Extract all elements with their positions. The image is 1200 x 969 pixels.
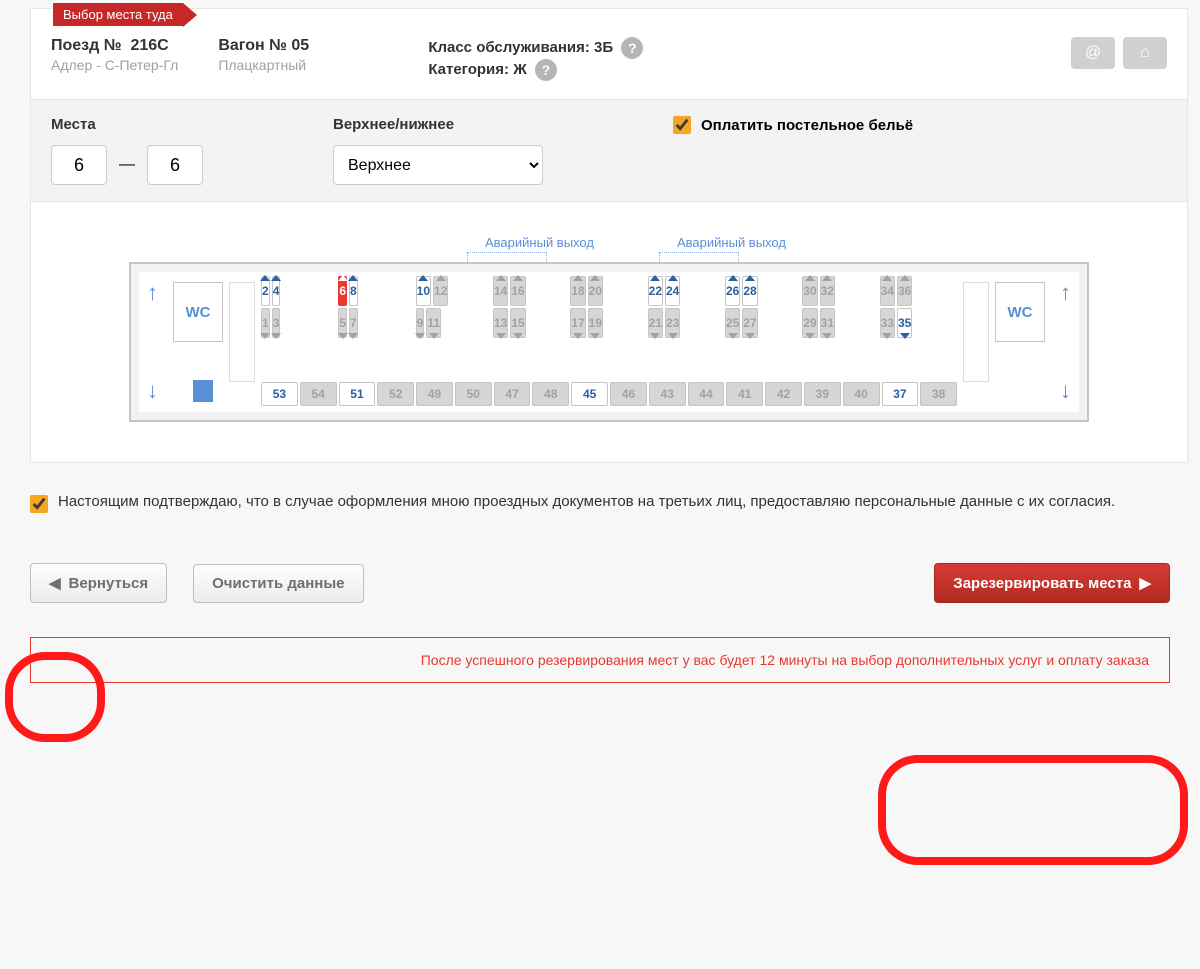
emergency-exit-label: Аварийный выход <box>485 235 594 250</box>
seat-16: 16 <box>510 276 525 306</box>
seat-1: 1 <box>261 308 270 338</box>
seat-17: 17 <box>570 308 585 338</box>
seat-18: 18 <box>570 276 585 306</box>
seat-50: 50 <box>455 382 492 406</box>
help-icon[interactable]: ? <box>535 59 557 81</box>
clear-button[interactable]: Очистить данные <box>193 564 363 603</box>
seat-54: 54 <box>300 382 337 406</box>
side-seats-row: 535451524950474845464344414239403738 <box>261 382 957 406</box>
reserve-button[interactable]: Зарезервировать места▶ <box>934 563 1170 603</box>
level-select[interactable]: Верхнее <box>333 145 543 185</box>
seat-25: 25 <box>725 308 740 338</box>
button-row: ◀Вернуться Очистить данные Зарезервирова… <box>0 523 1200 623</box>
seat-7: 7 <box>349 308 358 338</box>
seat-10[interactable]: 10 <box>416 276 431 306</box>
arrow-down-icon: ↓ <box>147 378 158 404</box>
chevron-right-icon: ▶ <box>1139 574 1151 592</box>
seat-26[interactable]: 26 <box>725 276 740 306</box>
seat-23: 23 <box>665 308 680 338</box>
wagon-block: Вагон № 05 Плацкартный <box>218 37 388 73</box>
linen-block: Оплатить постельное бельё <box>673 116 913 134</box>
seat-48: 48 <box>532 382 569 406</box>
seat-44: 44 <box>688 382 725 406</box>
consent-row: Настоящим подтверждаю, что в случае офор… <box>0 463 1200 523</box>
seat-40: 40 <box>843 382 880 406</box>
header-icons: @ ⌂ <box>1071 37 1167 69</box>
consent-text: Настоящим подтверждаю, что в случае офор… <box>58 493 1115 510</box>
trash-icon <box>193 380 213 402</box>
seat-27: 27 <box>742 308 757 338</box>
back-button[interactable]: ◀Вернуться <box>30 563 167 603</box>
seat-11: 11 <box>426 308 441 338</box>
ribbon-title: Выбор места туда <box>53 3 183 26</box>
arrow-up-icon: ↑ <box>147 280 158 306</box>
seat-38: 38 <box>920 382 957 406</box>
seat-6[interactable]: 6 <box>338 276 347 306</box>
wc-box: WC <box>995 282 1045 342</box>
compartments-row: 2413685710129111416131518201719222421232… <box>261 276 957 338</box>
train-block: Поезд № 216С Адлер - С-Петер-Гл <box>51 37 178 73</box>
seat-36: 36 <box>897 276 912 306</box>
coach-end <box>963 282 989 382</box>
seat-47: 47 <box>494 382 531 406</box>
seat-35[interactable]: 35 <box>897 308 912 338</box>
level-block: Верхнее/нижнее Верхнее <box>333 116 543 185</box>
seat-22[interactable]: 22 <box>648 276 663 306</box>
seat-4[interactable]: 4 <box>272 276 281 306</box>
arrow-up-icon: ↑ <box>1060 280 1071 306</box>
seat-46: 46 <box>610 382 647 406</box>
seat-8[interactable]: 8 <box>349 276 358 306</box>
consent-checkbox[interactable] <box>30 495 48 513</box>
seat-49: 49 <box>416 382 453 406</box>
seat-24[interactable]: 24 <box>665 276 680 306</box>
wc-box: WC <box>173 282 223 342</box>
seat-selection-panel: Выбор места туда Поезд № 216С Адлер - С-… <box>30 8 1188 463</box>
seat-5: 5 <box>338 308 347 338</box>
arrow-down-icon: ↓ <box>1060 378 1071 404</box>
annotation-circle <box>878 755 1188 865</box>
seat-13: 13 <box>493 308 508 338</box>
seat-32: 32 <box>820 276 835 306</box>
coach-scheme: Аварийный выход Аварийный выход ↑ ↓ ↑ ↓ … <box>31 202 1187 462</box>
seat-31: 31 <box>820 308 835 338</box>
seat-52: 52 <box>377 382 414 406</box>
seat-9: 9 <box>416 308 425 338</box>
seat-19: 19 <box>588 308 603 338</box>
info-bar: После успешного резервирования мест у ва… <box>30 637 1170 683</box>
seat-20: 20 <box>588 276 603 306</box>
seat-45[interactable]: 45 <box>571 382 608 406</box>
seat-21: 21 <box>648 308 663 338</box>
seat-28[interactable]: 28 <box>742 276 757 306</box>
seat-2[interactable]: 2 <box>261 276 270 306</box>
seat-39: 39 <box>804 382 841 406</box>
seat-53[interactable]: 53 <box>261 382 298 406</box>
seat-to-input[interactable] <box>147 145 203 185</box>
seat-34: 34 <box>880 276 895 306</box>
seat-14: 14 <box>493 276 508 306</box>
coach-body: ↑ ↓ ↑ ↓ WC WC 24136857101291114161315182… <box>129 262 1089 422</box>
seats-range-block: Места — <box>51 116 203 185</box>
seat-41: 41 <box>726 382 763 406</box>
seat-3: 3 <box>272 308 281 338</box>
chevron-left-icon: ◀ <box>49 574 61 592</box>
seat-37[interactable]: 37 <box>882 382 919 406</box>
service-block: Класс обслуживания: 3Б ? Категория: Ж ? <box>428 37 643 81</box>
emergency-exit-label: Аварийный выход <box>677 235 786 250</box>
seat-from-input[interactable] <box>51 145 107 185</box>
header-row: Поезд № 216С Адлер - С-Петер-Гл Вагон № … <box>31 9 1187 99</box>
coach-end <box>229 282 255 382</box>
luggage-icon[interactable]: ⌂ <box>1123 37 1167 69</box>
seat-42: 42 <box>765 382 802 406</box>
seat-33: 33 <box>880 308 895 338</box>
seat-15: 15 <box>510 308 525 338</box>
seat-43: 43 <box>649 382 686 406</box>
seat-29: 29 <box>802 308 817 338</box>
seat-51[interactable]: 51 <box>339 382 376 406</box>
eticket-icon[interactable]: @ <box>1071 37 1115 69</box>
linen-checkbox[interactable] <box>673 116 691 134</box>
seat-30: 30 <box>802 276 817 306</box>
help-icon[interactable]: ? <box>621 37 643 59</box>
seat-12: 12 <box>433 276 448 306</box>
filter-row: Места — Верхнее/нижнее Верхнее Оплатить … <box>31 99 1187 202</box>
